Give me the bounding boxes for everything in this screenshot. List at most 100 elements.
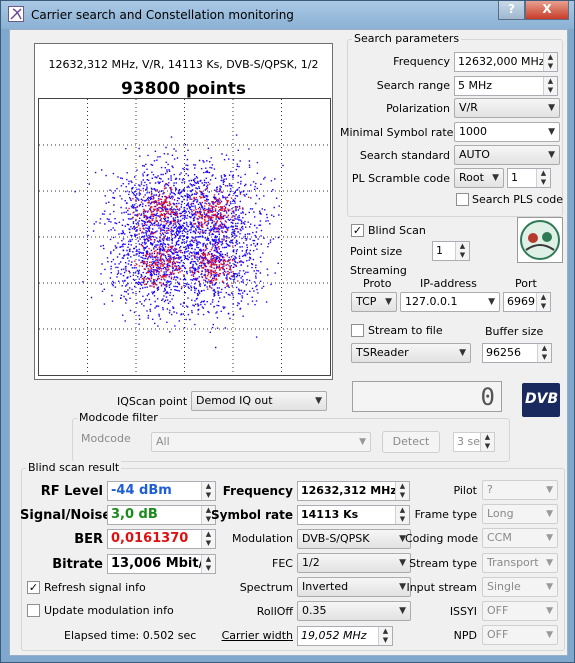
display-digit: 0	[480, 383, 495, 411]
reader-select[interactable]: TSReader ▼	[351, 343, 471, 363]
point-size-spinner[interactable]: ▲ ▼	[455, 242, 469, 260]
coding-mode-label: Coding mode	[405, 532, 479, 545]
port-value: 6969	[507, 295, 535, 308]
issyi-select[interactable]: OFF ▼	[482, 601, 558, 621]
port-input[interactable]: 6969 ▲ ▼	[503, 292, 551, 312]
iqscan-select[interactable]: Demod IQ out ▼	[191, 391, 327, 411]
detect-button[interactable]: Detect	[382, 431, 440, 453]
stream-type-select[interactable]: Transport ▼	[482, 553, 558, 573]
carrier-width-label[interactable]: Carrier width	[216, 629, 293, 642]
signal-noise-value: 3,0 dB	[111, 507, 158, 522]
update-modulation-checkbox[interactable]	[27, 604, 40, 617]
frame-type-label: Frame type	[414, 508, 477, 521]
npd-value: OFF	[487, 628, 509, 641]
search-range-label: Search range	[376, 79, 450, 92]
detect-time-input[interactable]: 3 sec ▲ ▼	[453, 432, 495, 452]
input-stream-label: Input stream	[406, 581, 477, 594]
proto-select[interactable]: TCP ▼	[351, 292, 397, 312]
polarization-select[interactable]: V/R ▼	[454, 98, 560, 118]
frequency-label: Frequency	[393, 55, 450, 68]
buffer-size-spinner[interactable]: ▲ ▼	[537, 344, 551, 362]
modcode-label: Modcode	[81, 432, 131, 445]
pl-code-spinner[interactable]: ▲ ▼	[536, 169, 550, 187]
rf-level-label: RF Level	[40, 484, 103, 499]
app-icon	[8, 6, 24, 22]
polarization-label: Polarization	[386, 102, 450, 115]
elapsed-time: Elapsed time: 0.502 sec	[64, 629, 197, 642]
update-modulation-label: Update modulation info	[44, 604, 174, 617]
pl-code-input[interactable]: 1 ▲ ▼	[507, 168, 551, 188]
rolloff-value: 0.35	[302, 604, 327, 617]
help-button[interactable]: ?	[498, 1, 525, 20]
spectrum-select[interactable]: Inverted ▼	[297, 577, 411, 597]
search-range-spinner[interactable]: ▲ ▼	[543, 77, 557, 95]
chevron-down-icon: ▼	[459, 348, 466, 358]
blind-scan-result-title: Blind scan result	[26, 461, 122, 474]
search-range-input[interactable]: 5 MHz ▲ ▼	[454, 76, 558, 96]
signal-noise-field: 3,0 dB ▲ ▼	[107, 505, 216, 525]
pilot-value: ?	[487, 483, 493, 496]
frequency-result-value: 12632,312 MHz	[301, 484, 397, 497]
port-label: Port	[515, 277, 537, 290]
window-title: Carrier search and Constellation monitor…	[31, 8, 294, 22]
point-size-input[interactable]: 1 ▲ ▼	[432, 241, 470, 261]
modcode-select[interactable]: All ▼	[151, 432, 371, 452]
search-pls-checkbox[interactable]	[456, 193, 469, 206]
dvb-logo: DVB	[522, 383, 560, 417]
pilot-select[interactable]: ? ▼	[482, 480, 558, 500]
blind-scan-label: Blind Scan	[368, 224, 426, 237]
points-count: 93800 points	[120, 79, 247, 99]
frame-type-value: Long	[487, 507, 514, 520]
chevron-down-icon: ▼	[492, 173, 499, 183]
chevron-down-icon: ▼	[546, 533, 553, 543]
chevron-down-icon: ▼	[488, 297, 495, 307]
close-button[interactable]: X	[525, 1, 569, 20]
frequency-input[interactable]: 12632,000 MHz ▲ ▼	[454, 52, 558, 72]
coding-mode-select[interactable]: CCM ▼	[482, 528, 558, 548]
chevron-down-icon: ▼	[546, 582, 553, 592]
blind-scan-checkbox[interactable]: ✓	[351, 224, 364, 237]
npd-label: NPD	[453, 629, 477, 642]
symbol-rate-value: 14113 Ks	[301, 508, 359, 521]
ip-address-value: 127.0.0.1	[405, 295, 458, 308]
port-spinner[interactable]: ▲ ▼	[536, 293, 550, 311]
search-standard-select[interactable]: AUTO ▼	[454, 145, 560, 165]
fec-select[interactable]: 1/2 ▼	[297, 553, 411, 573]
pl-mode-select[interactable]: Root ▼	[454, 168, 504, 188]
min-symbol-rate-select[interactable]: 1000 ▼	[454, 122, 560, 142]
frame-type-select[interactable]: Long ▼	[482, 504, 558, 524]
modulation-select[interactable]: DVB-S/QPSK ▼	[297, 529, 411, 549]
issyi-label: ISSYI	[449, 605, 477, 618]
bitrate-field: 13,006 Mbit/s ▲ ▼	[107, 554, 216, 574]
chevron-down-icon: ▼	[546, 558, 553, 568]
npd-select[interactable]: OFF ▼	[482, 625, 558, 645]
bitrate-spinner[interactable]: ▲ ▼	[201, 555, 215, 573]
ber-value: 0,0161370	[111, 531, 189, 546]
search-pls-label: Search PLS code	[472, 193, 564, 206]
constellation-panel: 12632,312 MHz, V/R, 14113 Ks, DVB-S/QPSK…	[34, 43, 333, 380]
rf-level-spinner[interactable]: ▲ ▼	[201, 482, 215, 500]
reader-value: TSReader	[356, 346, 409, 359]
carrier-width-spinner[interactable]: ▲ ▼	[378, 627, 392, 645]
rolloff-select[interactable]: 0.35 ▼	[297, 601, 411, 621]
refresh-signal-checkbox[interactable]: ✓	[27, 581, 40, 594]
value-display: 0	[352, 381, 502, 412]
proto-label: Proto	[363, 277, 392, 290]
chevron-down-icon: ▼	[385, 297, 392, 307]
stream-to-file-checkbox[interactable]	[351, 324, 364, 337]
symbol-rate-field: 14113 Ks ▲ ▼	[297, 505, 410, 525]
chevron-down-icon: ▼	[315, 396, 322, 406]
client-area: 12632,312 MHz, V/R, 14113 Ks, DVB-S/QPSK…	[9, 29, 568, 656]
min-symbol-rate-value: 1000	[459, 125, 487, 138]
input-stream-select[interactable]: Single ▼	[482, 577, 558, 597]
ber-spinner[interactable]: ▲ ▼	[201, 530, 215, 548]
spectrum-label: Spectrum	[239, 581, 293, 594]
rf-level-field: -44 dBm ▲ ▼	[107, 481, 216, 501]
symbol-rate-label: Symbol rate	[211, 508, 293, 522]
detect-time-spinner[interactable]: ▲ ▼	[480, 433, 494, 451]
frequency-spinner[interactable]: ▲ ▼	[543, 53, 557, 71]
ip-address-select[interactable]: 127.0.0.1 ▼	[400, 292, 500, 312]
buffer-size-input[interactable]: 96256 ▲ ▼	[482, 343, 552, 363]
coding-mode-value: CCM	[487, 531, 512, 544]
proto-value: TCP	[356, 295, 377, 308]
